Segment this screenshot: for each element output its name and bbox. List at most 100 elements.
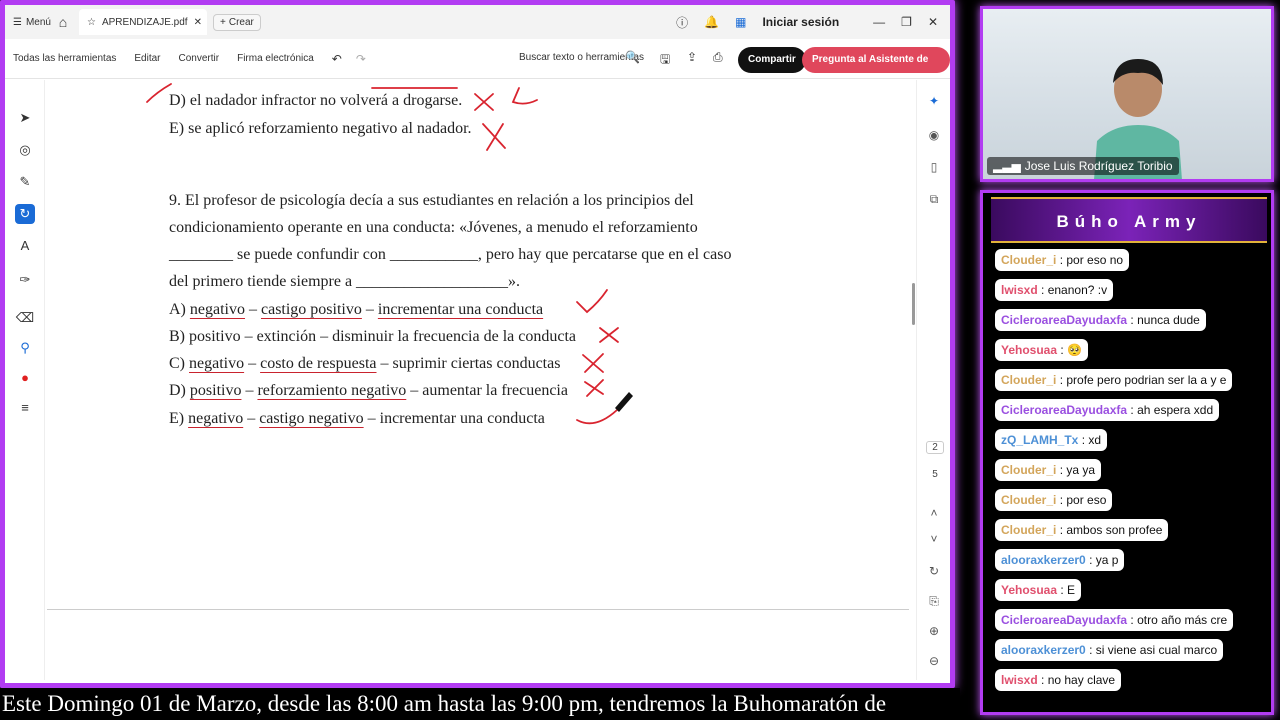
chat-message: Clouder_i : ambos son profee (995, 519, 1169, 541)
chat-username: Clouder_i (1001, 373, 1057, 387)
chat-text: : ya ya (1059, 463, 1096, 477)
help-icon[interactable]: ⓘ (676, 14, 688, 31)
fill-sign-icon[interactable]: ✑ (15, 270, 35, 290)
restore-icon[interactable]: ❐ (901, 15, 912, 29)
ai-sparkle-icon[interactable]: ✦ (925, 92, 943, 110)
pdf-viewer-window: ☰ Menú ⌂ ☆ APRENDIZAJE.pdf ✕ + Crear ⓘ 🔔… (0, 0, 955, 688)
zoom-in-icon[interactable]: ⊕ (925, 622, 943, 640)
more-icon[interactable]: ≡ (15, 398, 35, 418)
edit-menu[interactable]: Editar (134, 53, 160, 64)
menu-button[interactable]: ☰ Menú (5, 17, 51, 28)
cursor-icon[interactable]: ➤ (15, 108, 35, 128)
ink-stroke (511, 87, 538, 105)
chat-text: : ya p (1089, 553, 1119, 567)
esign-menu[interactable]: Firma electrónica (237, 53, 314, 64)
ink-stroke (146, 83, 172, 103)
chat-message: zQ_LAMH_Tx : xd (995, 429, 1108, 451)
undo-icon[interactable]: ↶ (332, 52, 342, 66)
ink-stroke (582, 353, 604, 373)
copy-icon[interactable]: ⧉ (925, 190, 943, 208)
ink-stroke (584, 379, 604, 397)
chat-message: CicleroareaDayudaxfa : nunca dude (995, 309, 1206, 331)
toolbar: Todas las herramientas Editar Convertir … (5, 39, 950, 91)
chevron-up-icon[interactable]: ˄ (925, 504, 943, 522)
search-icon[interactable]: 🔍 (625, 50, 640, 64)
webcam-panel: ▂▃▅ Jose Luis Rodríguez Toribio (980, 6, 1274, 182)
hamburger-icon: ☰ (13, 16, 22, 28)
upload-icon[interactable]: ⇪ (687, 50, 697, 64)
sign-in-link[interactable]: Iniciar sesión (762, 15, 839, 29)
create-label: Crear (228, 16, 254, 28)
chat-username: Clouder_i (1001, 253, 1057, 267)
tab-document[interactable]: ☆ APRENDIZAJE.pdf ✕ (79, 9, 207, 35)
refresh-icon[interactable]: ↻ (925, 562, 943, 580)
chat-username: zQ_LAMH_Tx (1001, 433, 1079, 447)
chat-text: : E (1060, 583, 1076, 597)
all-tools-menu[interactable]: Todas las herramientas (13, 53, 116, 64)
chat-text: : 🥺 (1060, 343, 1082, 357)
chat-message: alooraxkerzer0 : si viene asi cual marco (995, 639, 1224, 661)
comments-icon[interactable]: ◉ (925, 126, 943, 144)
chat-username: alooraxkerzer0 (1001, 643, 1086, 657)
ink-stroke (576, 409, 618, 425)
left-tool-rail: ➤ ◎ ✎ ↻ A ✑ ⌫ ⚲ ● ≡ (5, 80, 45, 680)
pen-cursor-icon (615, 392, 633, 412)
tab-title: APRENDIZAJE.pdf (101, 16, 188, 28)
bookmark-icon[interactable]: ▯ (925, 158, 943, 176)
presenter-name-label: ▂▃▅ Jose Luis Rodríguez Toribio (987, 157, 1179, 175)
chat-text: : otro año más cre (1130, 613, 1228, 627)
chat-text: : por eso no (1059, 253, 1124, 267)
chat-username: lwisxd (1001, 283, 1038, 297)
color-dot-icon[interactable]: ● (15, 368, 35, 388)
convert-menu[interactable]: Convertir (179, 53, 220, 64)
menu-label: Menú (25, 16, 51, 28)
text-box-icon[interactable]: A (15, 236, 35, 256)
redo-icon[interactable]: ↷ (356, 52, 366, 66)
chat-username: Clouder_i (1001, 463, 1057, 477)
chat-username: Clouder_i (1001, 493, 1057, 507)
title-bar: ☰ Menú ⌂ ☆ APRENDIZAJE.pdf ✕ + Crear ⓘ 🔔… (5, 5, 950, 39)
star-icon[interactable]: ☆ (87, 17, 96, 28)
chat-message: CicleroareaDayudaxfa : ah espera xdd (995, 399, 1220, 421)
lasso-icon[interactable]: ↻ (15, 204, 35, 224)
bell-icon[interactable]: 🔔 (704, 15, 719, 29)
home-icon[interactable]: ⌂ (51, 14, 75, 30)
create-button[interactable]: + Crear (213, 13, 261, 31)
chevron-down-icon[interactable]: ˅ (925, 530, 943, 548)
print-icon[interactable]: ⎙ (713, 50, 723, 65)
plus-icon: + (220, 16, 226, 28)
handwritten-annotations (146, 83, 633, 425)
chat-username: CicleroareaDayudaxfa (1001, 313, 1128, 327)
ai-assistant-button[interactable]: Pregunta al Asistente de IA (802, 47, 950, 91)
ink-stroke (599, 327, 619, 343)
save-icon[interactable]: 🖫 (660, 50, 670, 71)
zoom-out-icon[interactable]: ⊖ (925, 652, 943, 670)
chat-message: Yehosuaa : E (995, 579, 1082, 601)
chat-username: CicleroareaDayudaxfa (1001, 613, 1128, 627)
current-page-field[interactable]: 2 (926, 441, 944, 454)
signal-bars-icon: ▂▃▅ (993, 159, 1021, 173)
chat-text: : profe pero podrian ser la a y e (1059, 373, 1227, 387)
chat-message: CicleroareaDayudaxfa : otro año más cre (995, 609, 1234, 631)
pen-icon[interactable]: ✎ (15, 172, 35, 192)
pin-icon[interactable]: ⚲ (15, 338, 35, 358)
minimize-icon[interactable]: — (873, 15, 885, 29)
close-tab-icon[interactable]: ✕ (194, 17, 202, 28)
chat-text: : enanon? :v (1041, 283, 1108, 297)
comment-icon[interactable]: ◎ (15, 140, 35, 160)
ink-stroke (474, 93, 494, 111)
chat-message: lwisxd : enanon? :v (995, 279, 1114, 301)
share-button[interactable]: Compartir (738, 47, 806, 73)
chat-text: : no hay clave (1041, 673, 1116, 687)
chat-title: Búho Army (991, 197, 1267, 243)
apps-grid-icon[interactable]: ▦ (735, 15, 746, 29)
chat-text: : xd (1081, 433, 1102, 447)
chat-message: Clouder_i : profe pero podrian ser la a … (995, 369, 1233, 391)
chat-text: : nunca dude (1130, 313, 1200, 327)
title-bar-right: ⓘ 🔔 ▦ Iniciar sesión — ❐ ✕ (676, 5, 938, 39)
eraser-icon[interactable]: ⌫ (15, 308, 35, 328)
vertical-scrollbar[interactable] (912, 283, 915, 325)
close-window-icon[interactable]: ✕ (928, 15, 938, 29)
page-fit-icon[interactable]: ⎘ (925, 592, 943, 610)
chat-username: lwisxd (1001, 673, 1038, 687)
